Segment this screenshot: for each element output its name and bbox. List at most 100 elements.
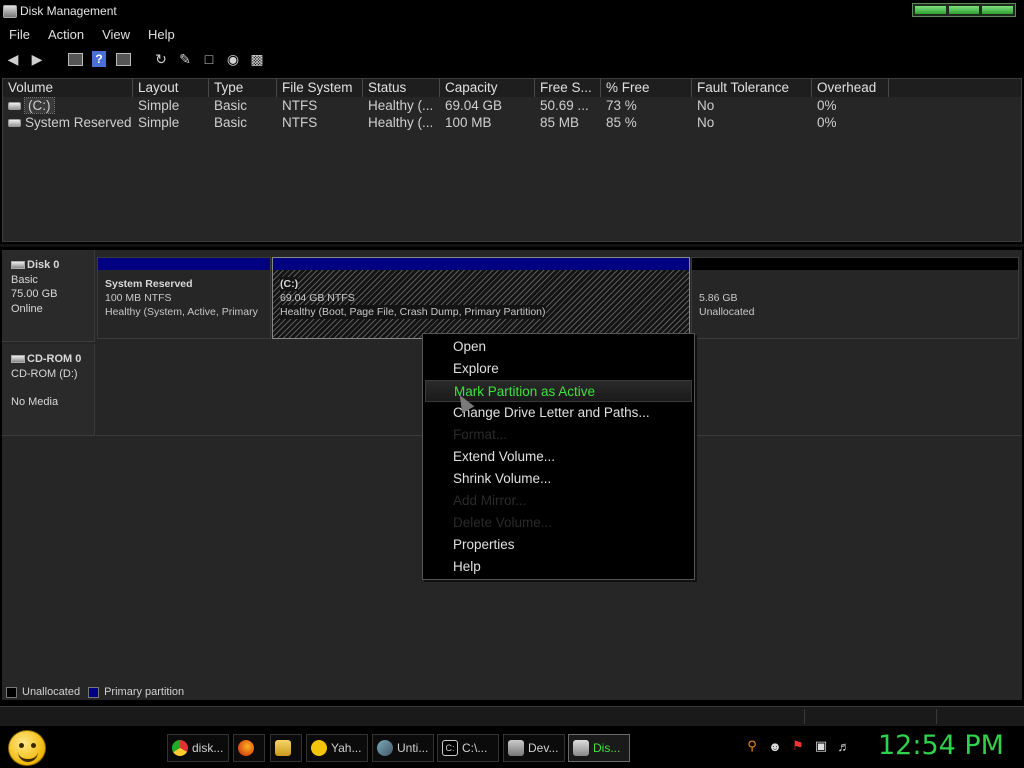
- cell-free-space: 85 MB: [540, 115, 580, 130]
- cell-status: Healthy (...: [368, 98, 434, 113]
- col-type[interactable]: Type: [209, 79, 277, 97]
- close-button[interactable]: [982, 6, 1014, 14]
- menu-item-format: Format...: [453, 427, 508, 442]
- taskbar-item-cmd[interactable]: C: C:\...: [437, 734, 499, 762]
- menu-item-extend-volume[interactable]: Extend Volume...: [453, 446, 555, 468]
- partition-bar: [98, 258, 270, 270]
- menu-item-properties[interactable]: Properties: [453, 534, 515, 556]
- partition-unallocated[interactable]: 5.86 GB Unallocated: [691, 257, 1019, 339]
- minimize-button[interactable]: [915, 6, 946, 14]
- table-row[interactable]: (C:) Simple Basic NTFS Healthy (... 69.0…: [3, 97, 1021, 114]
- pane-splitter[interactable]: [0, 244, 1024, 247]
- taskbar-clock[interactable]: 12:54 PM: [878, 730, 1004, 761]
- col-volume[interactable]: Volume: [3, 79, 133, 97]
- cell-fault-tolerance: No: [697, 115, 715, 130]
- col-percent-free[interactable]: % Free: [601, 79, 692, 97]
- partition-size: 69.04 GB NTFS: [280, 292, 355, 304]
- toolbar: ◀ ▶ ? ↻ ✎ □ ◉ ▩: [0, 46, 1024, 72]
- cell-type: Basic: [214, 115, 248, 130]
- table-row[interactable]: System Reserved Simple Basic NTFS Health…: [3, 114, 1021, 131]
- partition-bar: [692, 258, 1018, 270]
- back-icon[interactable]: ◀: [4, 50, 22, 68]
- disk-name: Disk 0: [27, 259, 60, 271]
- search-icon[interactable]: ⚲: [744, 738, 760, 754]
- window-controls[interactable]: [912, 3, 1016, 17]
- cdrom-0-label[interactable]: CD-ROM 0 CD-ROM (D:) No Media: [2, 344, 95, 436]
- menu-action[interactable]: Action: [39, 27, 93, 42]
- firefox-icon: [238, 740, 254, 756]
- partition-size: 5.86 GB: [699, 292, 738, 304]
- taskbar-item-explorer[interactable]: [270, 734, 302, 762]
- task-label: Dev...: [528, 741, 559, 755]
- menu-file[interactable]: File: [0, 27, 39, 42]
- folder-icon: [275, 740, 291, 756]
- col-status[interactable]: Status: [363, 79, 440, 97]
- legend-swatch-unallocated: [6, 686, 17, 698]
- properties-icon[interactable]: [114, 50, 132, 68]
- task-label: Yah...: [331, 741, 362, 755]
- rescan-icon[interactable]: ✎: [176, 50, 194, 68]
- cell-capacity: 69.04 GB: [445, 98, 503, 113]
- col-capacity[interactable]: Capacity: [440, 79, 535, 97]
- taskbar-item-disk-management[interactable]: Dis...: [568, 734, 630, 762]
- menu-item-add-mirror: Add Mirror...: [453, 493, 527, 508]
- cell-overhead: 0%: [817, 98, 837, 113]
- col-file-system[interactable]: File System: [277, 79, 363, 97]
- disk-status: Online: [11, 302, 43, 315]
- menu-item-explore[interactable]: Explore: [453, 358, 499, 380]
- start-button[interactable]: [8, 730, 46, 766]
- command-prompt-icon: C:: [442, 740, 458, 756]
- taskbar-item-device-manager[interactable]: Dev...: [503, 734, 565, 762]
- partition-c[interactable]: (C:) 69.04 GB NTFS Healthy (Boot, Page F…: [272, 257, 690, 339]
- cell-layout: Simple: [138, 115, 180, 130]
- taskbar-item-yahoo[interactable]: Yah...: [306, 734, 368, 762]
- menu-item-open[interactable]: Open: [453, 336, 486, 358]
- menu-help[interactable]: Help: [139, 27, 184, 42]
- col-layout[interactable]: Layout: [133, 79, 209, 97]
- menu-item-help[interactable]: Help: [453, 556, 481, 578]
- partition-size: 100 MB NTFS: [105, 292, 172, 304]
- cell-fault-tolerance: No: [697, 98, 715, 113]
- volume-list: Volume Layout Type File System Status Ca…: [2, 78, 1022, 242]
- partition-status: Unallocated: [699, 306, 755, 318]
- settings-icon[interactable]: ▩: [248, 50, 266, 68]
- disk-type: Basic: [11, 273, 38, 286]
- volume-list-header: Volume Layout Type File System Status Ca…: [3, 79, 1021, 97]
- folder-icon[interactable]: □: [200, 50, 218, 68]
- volume-name: (C:): [24, 97, 55, 114]
- console-icon[interactable]: [66, 50, 84, 68]
- taskbar-item-firefox[interactable]: [233, 734, 265, 762]
- menu-item-delete-volume: Delete Volume...: [453, 515, 553, 530]
- col-overhead[interactable]: Overhead: [812, 79, 889, 97]
- refresh-icon[interactable]: ↻: [152, 50, 170, 68]
- menu-item-change-drive-letter[interactable]: Change Drive Letter and Paths...: [453, 402, 650, 424]
- volume-icon[interactable]: ♬: [836, 738, 852, 754]
- cell-type: Basic: [214, 98, 248, 113]
- task-label: disk...: [192, 741, 224, 755]
- disk-size: 75.00 GB: [11, 288, 58, 300]
- status-bar: [0, 706, 1024, 726]
- disk-0-label[interactable]: Disk 0 Basic 75.00 GB Online: [2, 250, 95, 342]
- cell-file-system: NTFS: [282, 98, 318, 113]
- legend-swatch-primary: [88, 686, 100, 698]
- help-icon[interactable]: ?: [90, 50, 108, 68]
- volume-name: System Reserved: [25, 115, 132, 130]
- maximize-button[interactable]: [948, 6, 980, 14]
- col-free-space[interactable]: Free S...: [535, 79, 601, 97]
- drive-icon: [8, 102, 21, 111]
- partition-system-reserved[interactable]: System Reserved 100 MB NTFS Healthy (Sys…: [97, 257, 271, 339]
- taskbar-item-paint[interactable]: Unti...: [372, 734, 434, 762]
- window-title: Disk Management: [20, 4, 117, 18]
- device-manager-icon: [508, 740, 524, 756]
- menu-view[interactable]: View: [93, 27, 139, 42]
- forward-icon[interactable]: ▶: [28, 50, 46, 68]
- partition-status: Healthy (System, Active, Primary: [105, 306, 258, 318]
- col-fault-tolerance[interactable]: Fault Tolerance: [692, 79, 812, 97]
- taskbar-item-chrome[interactable]: disk...: [167, 734, 229, 762]
- flag-icon[interactable]: ⚑: [790, 738, 806, 754]
- menu-item-shrink-volume[interactable]: Shrink Volume...: [453, 468, 551, 490]
- search-icon[interactable]: ◉: [224, 50, 242, 68]
- partition-name: System Reserved: [105, 278, 193, 290]
- messenger-icon[interactable]: ☻: [767, 738, 783, 754]
- network-icon[interactable]: ▣: [813, 738, 829, 754]
